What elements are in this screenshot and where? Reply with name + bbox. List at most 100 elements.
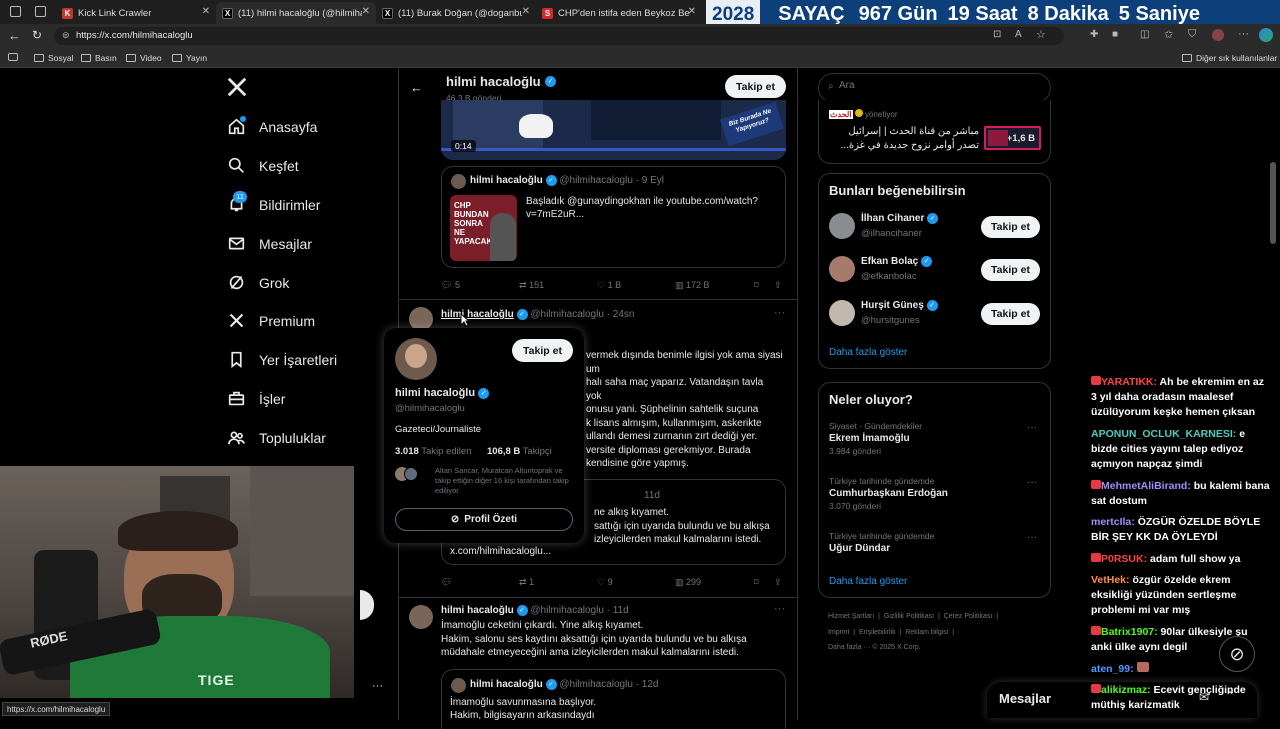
bookmark-button[interactable]: ⌑	[754, 577, 759, 588]
suggestion-row[interactable]: Hurşit Güneş ✓ @hursitgunes Takip et	[829, 296, 1044, 332]
follow-button[interactable]: Takip et	[981, 303, 1040, 325]
followers-stat[interactable]: 106,8 B Takipçi	[487, 446, 552, 457]
post-time[interactable]: 11d	[613, 605, 629, 616]
url-field[interactable]: ⊜ https://x.com/hilmihacaloglu	[54, 27, 1064, 45]
retweet-button[interactable]: ⇄ 151	[519, 280, 544, 291]
suggestion-row[interactable]: İlhan Cihaner ✓ @ilhancihaner Takip et	[829, 209, 1044, 245]
sidebar-item-grok[interactable]: Grok	[228, 274, 289, 291]
follow-button[interactable]: Takip et	[981, 259, 1040, 281]
back-arrow-icon[interactable]: ←	[410, 80, 423, 95]
author-handle[interactable]: @hilmihacaloglu	[530, 605, 604, 616]
views-button[interactable]: ▥ 299	[675, 577, 701, 588]
bookmark-basin[interactable]: Basın	[81, 53, 117, 63]
install-icon[interactable]: ⊡	[993, 29, 1001, 40]
favorite-star-icon[interactable]: ☆	[1036, 28, 1046, 41]
footer-link[interactable]: Çerez Politikası	[944, 613, 993, 620]
avatar[interactable]	[1212, 29, 1224, 41]
profile-name[interactable]: hilmi hacaloğlu	[395, 387, 475, 399]
trend-item[interactable]: Türkiye tarihinde gündemde Uğur Dündar	[829, 531, 934, 554]
reply-button[interactable]: 💬︎ 5	[441, 280, 460, 291]
more-icon[interactable]: ···	[1238, 28, 1249, 40]
follow-button[interactable]: Takip et	[512, 339, 573, 362]
bookmark-other[interactable]: Diğer sık kullanılanlar	[1182, 53, 1277, 63]
sidebar-item-notifications[interactable]: Bildirimler 11	[228, 191, 320, 213]
followed-by-text[interactable]: Altan Sancar, Muratcan Altuntoprak ve ta…	[435, 466, 575, 496]
follow-button[interactable]: Takip et	[981, 216, 1040, 238]
close-icon[interactable]: ✕	[522, 6, 530, 17]
read-aloud-icon[interactable]: A	[1015, 29, 1022, 40]
quoted-link[interactable]: x.com/hilmihacaloglu...	[450, 546, 551, 557]
shield-icon[interactable]: ⛉	[1188, 28, 1196, 41]
account-more-icon[interactable]: ···	[372, 680, 383, 692]
profile-summary-button[interactable]: ⊘ Profil Özeti	[395, 508, 573, 531]
bookmark-video[interactable]: Video	[126, 53, 162, 63]
share-button[interactable]: ⇪	[774, 280, 782, 291]
sidebar-item-home[interactable]: Anasayfa	[228, 116, 317, 135]
sidebar-item-premium[interactable]: Premium	[228, 312, 315, 329]
tab-burak-dogan[interactable]: X (11) Burak Doğan (@doganburak ✕	[376, 2, 536, 24]
more-icon[interactable]: ···	[1027, 532, 1037, 543]
retweet-button[interactable]: ⇄ 1	[519, 577, 534, 588]
avatar[interactable]	[395, 338, 437, 380]
grok-floating-button[interactable]: ⊘	[1219, 636, 1255, 672]
sidebar-item-messages[interactable]: Mesajlar	[228, 235, 312, 252]
site-info-icon[interactable]: ⊜	[62, 30, 70, 41]
more-icon[interactable]: ···	[1027, 477, 1037, 488]
trend-item[interactable]: Türkiye tarihinde gündemde Cumhurbaşkanı…	[829, 476, 948, 511]
trend-item[interactable]: Siyaset · Gündemdekiler Ekrem İmamoğlu 3…	[829, 421, 922, 456]
author-name[interactable]: hilmi hacaloğlu	[441, 605, 514, 616]
sidebar-item-bookmarks[interactable]: Yer İşaretleri	[228, 351, 337, 368]
quoted-tweet[interactable]: hilmi hacaloğlu ✓ @hilmihacaloglu · 12d …	[441, 669, 786, 729]
show-more-link[interactable]: Daha fazla göster	[829, 347, 907, 358]
split-screen-icon[interactable]: ◫	[1140, 29, 1149, 40]
post-button[interactable]	[360, 590, 374, 620]
following-stat[interactable]: 3.018 Takip edilen	[395, 446, 471, 457]
footer-copyright[interactable]: Daha fazla ··· © 2025 X Corp.	[828, 644, 921, 651]
footer-link[interactable]: Imprint	[828, 629, 849, 636]
footer-link[interactable]: Erişilebilirlik	[859, 629, 896, 636]
extension-icon[interactable]: ✚	[1090, 29, 1098, 40]
profile-icon[interactable]	[10, 6, 21, 17]
bookmark-sosyal[interactable]: Sosyal	[34, 53, 74, 63]
more-icon[interactable]: ···	[774, 603, 785, 615]
extension-icon[interactable]: ■	[1112, 29, 1118, 40]
copilot-icon[interactable]	[1259, 28, 1273, 42]
follow-button[interactable]: Takip et	[725, 75, 786, 98]
bookmark-yayin[interactable]: Yayın	[172, 53, 207, 63]
footer-link[interactable]: Gizlilik Politikası	[884, 613, 934, 620]
search-box[interactable]: ⌕	[818, 73, 1051, 103]
close-icon[interactable]: ✕	[202, 6, 210, 17]
ad-media-preview[interactable]: +1,6 B	[984, 126, 1041, 150]
footer-link[interactable]: Hizmet Şartları	[828, 613, 874, 620]
author-name[interactable]: hilmi hacaloğlu	[441, 309, 514, 320]
sidebar-item-jobs[interactable]: İşler	[228, 390, 285, 407]
author-handle[interactable]: @hilmihacaloglu	[530, 309, 604, 320]
tab-actions-icon[interactable]	[35, 6, 46, 17]
sidebar-item-explore[interactable]: Keşfet	[228, 157, 299, 174]
post-time[interactable]: 24sn	[613, 309, 635, 320]
avatar[interactable]	[409, 605, 433, 629]
reading-list-icon[interactable]	[8, 53, 18, 61]
tab-chp-news[interactable]: S CHP'den istifa eden Beykoz Beled ✕	[536, 2, 702, 24]
sidebar-item-communities[interactable]: Topluluklar	[228, 429, 326, 446]
back-arrow-icon[interactable]: ←	[8, 28, 21, 43]
close-icon[interactable]: ✕	[688, 6, 696, 17]
tab-kick-link-crawler[interactable]: K Kick Link Crawler ✕	[56, 2, 216, 24]
video-player[interactable]: Biz Burada Ne Yapıyoruz? 0:14	[441, 100, 786, 160]
footer-link[interactable]: Reklam bilgisi	[905, 629, 948, 636]
favorites-icon[interactable]: ✩	[1164, 28, 1173, 41]
reply-button[interactable]: 💬︎	[441, 577, 452, 588]
page-scrollbar[interactable]	[1270, 162, 1276, 244]
quoted-tweet[interactable]: hilmi hacaloğlu ✓ @hilmihacaloglu · 9 Ey…	[441, 166, 786, 268]
bookmark-button[interactable]: ⌑	[754, 280, 759, 291]
like-button[interactable]: ♡ 9	[597, 577, 613, 588]
ad-card[interactable]: الحدث yönetiyor مباشر من قناة الحدث | إس…	[818, 100, 1051, 164]
show-more-link[interactable]: Daha fazla göster	[829, 576, 907, 587]
views-button[interactable]: ▥ 172 B	[675, 280, 710, 291]
share-button[interactable]: ⇪	[774, 577, 782, 588]
tab-hilmi-profile[interactable]: X (11) hilmi hacaloğlu (@hilmihacal ✕	[216, 2, 376, 24]
suggestion-row[interactable]: Efkan Bolaç ✓ @efkanbolac Takip et	[829, 252, 1044, 288]
like-button[interactable]: ♡ 1 B	[597, 280, 621, 291]
x-logo-icon[interactable]	[226, 76, 248, 98]
reload-icon[interactable]: ↻	[32, 28, 42, 42]
